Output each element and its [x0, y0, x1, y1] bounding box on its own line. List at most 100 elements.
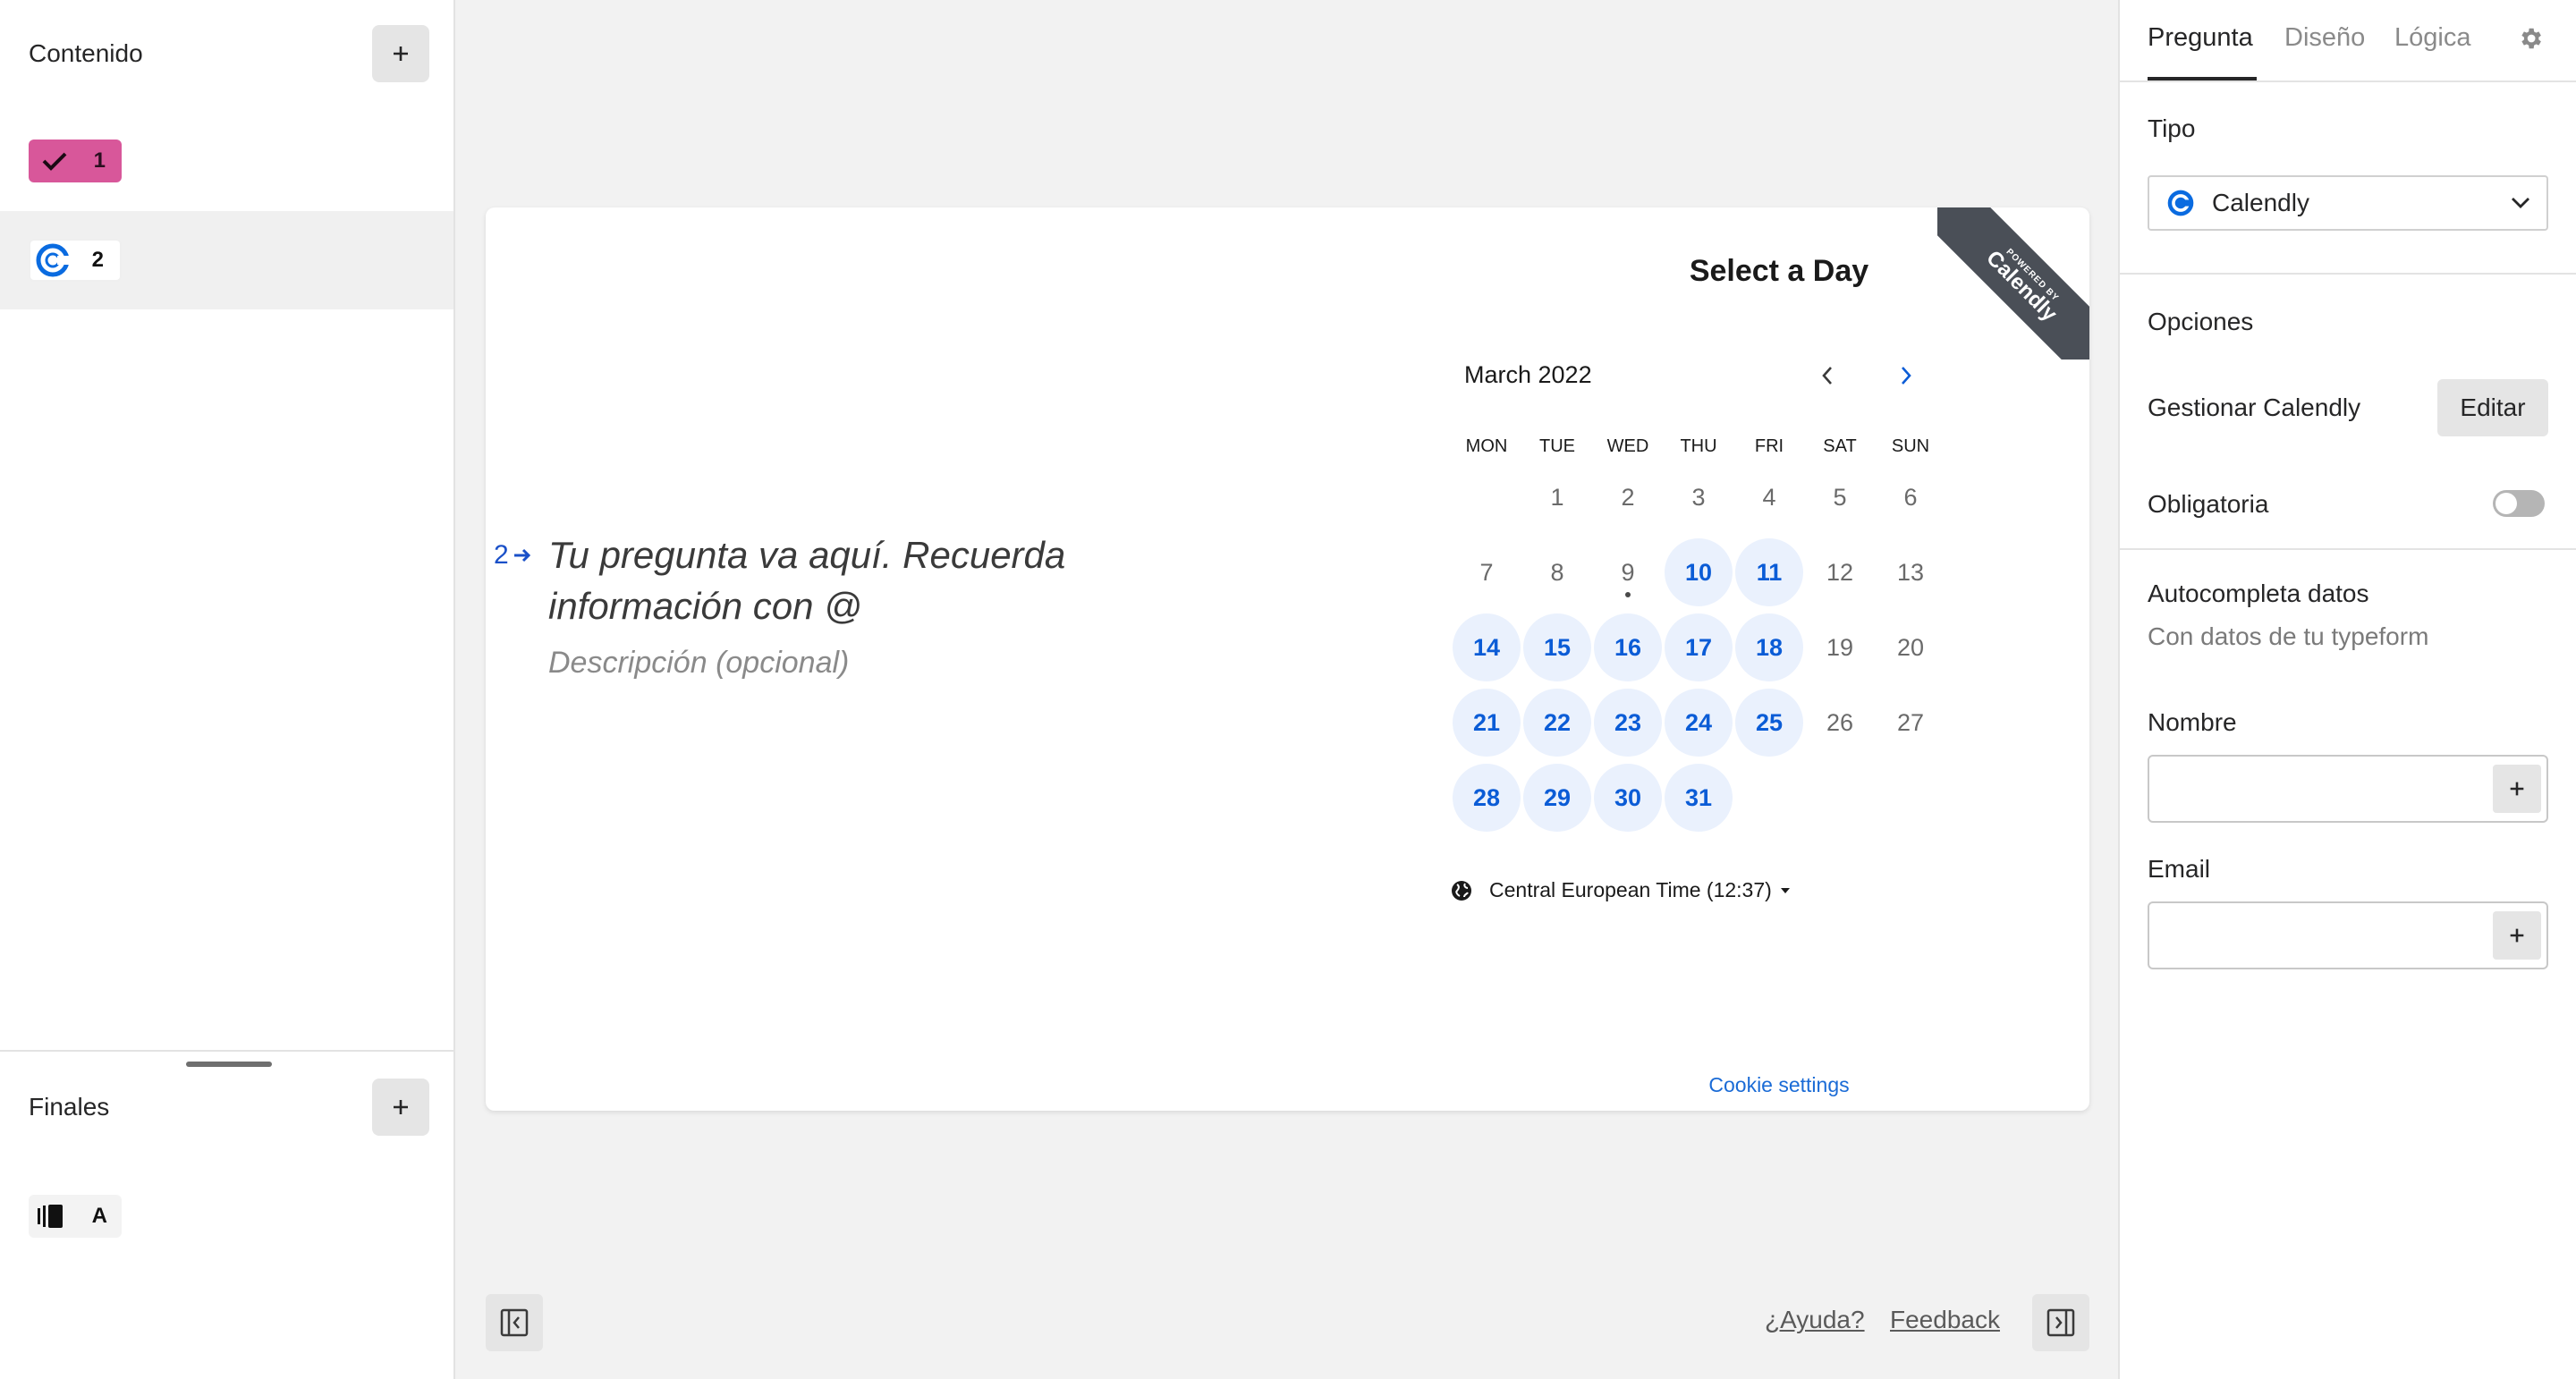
calendar-day: 3 [1665, 463, 1733, 531]
question-item-2[interactable]: 2 [0, 211, 453, 309]
weekday-label: TUE [1539, 436, 1575, 456]
calendar-day-number: 17 [1684, 633, 1713, 661]
required-label: Obligatoria [2148, 490, 2269, 518]
calendar-day-available[interactable]: 23 [1594, 689, 1662, 757]
name-label: Nombre [2148, 708, 2237, 736]
calendar-day: 8 [1523, 538, 1591, 606]
calendar-day-number: 24 [1684, 708, 1713, 736]
add-email-variable-button[interactable] [2493, 911, 2541, 960]
edit-calendly-button[interactable]: Editar [2437, 379, 2548, 436]
question-chip: 2 [29, 239, 122, 282]
question-preview-card: 2 Tu pregunta va aquí. Recuerda informac… [486, 207, 2089, 1111]
question-text-input[interactable]: Tu pregunta va aquí. Recuerda informació… [548, 529, 1121, 631]
plus-icon [2510, 782, 2524, 796]
calendar-day-available[interactable]: 18 [1735, 613, 1803, 681]
calendar-day: 6 [1877, 463, 1945, 531]
tab-diseno[interactable]: Diseño [2284, 23, 2365, 53]
calendar-day-number: 12 [1826, 558, 1854, 586]
calendar-day-number: 6 [1903, 483, 1918, 511]
weekday-label: THU [1680, 436, 1717, 456]
feedback-link[interactable]: Feedback [1890, 1306, 2000, 1334]
type-label: Tipo [2148, 114, 2196, 142]
autofill-title: Autocompleta datos [2148, 580, 2369, 607]
calendar-day-available[interactable]: 15 [1523, 613, 1591, 681]
panel-right-icon [2046, 1308, 2075, 1337]
calendar-day-number: 29 [1543, 783, 1572, 811]
name-field[interactable] [2148, 755, 2548, 823]
calendar-day: 26 [1806, 689, 1874, 757]
calendar-day-available[interactable]: 14 [1453, 613, 1521, 681]
previous-month-button[interactable] [1811, 360, 1843, 392]
calendar-day-number: 18 [1755, 633, 1784, 661]
calendar-day: 27 [1877, 689, 1945, 757]
cookie-settings-link[interactable]: Cookie settings [1600, 1073, 1958, 1097]
help-link[interactable]: ¿Ayuda? [1765, 1306, 1865, 1334]
calendar-day-number: 31 [1684, 783, 1713, 811]
weekday-label: SAT [1823, 436, 1857, 456]
calendar-day-number: 10 [1684, 558, 1713, 586]
plus-icon [2510, 928, 2524, 943]
ending-icon [38, 1205, 63, 1228]
content-section-title: Contenido [29, 39, 143, 67]
manage-calendly-label: Gestionar Calendly [2148, 393, 2361, 421]
timezone-selector[interactable]: Central European Time (12:37) [1450, 878, 1792, 902]
arrow-right-icon [513, 548, 530, 563]
weekday-label: WED [1606, 436, 1649, 456]
weekday-label: MON [1465, 436, 1508, 456]
calendar-day-number: 11 [1756, 558, 1783, 586]
add-question-button[interactable] [372, 25, 429, 82]
collapse-right-panel-button[interactable] [2032, 1294, 2089, 1351]
calendar-day-available[interactable]: 11 [1735, 538, 1803, 606]
calendar-day-available[interactable]: 30 [1594, 764, 1662, 832]
calendar-day-number: 13 [1896, 558, 1925, 586]
resize-handle[interactable] [186, 1062, 272, 1067]
calendar-day-available[interactable]: 17 [1665, 613, 1733, 681]
type-value: Calendly [2212, 189, 2309, 216]
calendar-day-available[interactable]: 28 [1453, 764, 1521, 832]
next-month-button[interactable] [1890, 360, 1922, 392]
tab-logica[interactable]: Lógica [2394, 23, 2470, 53]
chevron-left-icon [1822, 367, 1832, 385]
calendar-day-number: 4 [1762, 483, 1776, 511]
calendar-day-available[interactable]: 25 [1735, 689, 1803, 757]
calendar-day-number: 1 [1550, 483, 1564, 511]
question-number: 2 [494, 540, 509, 570]
timezone-label: Central European Time (12:37) [1489, 878, 1772, 901]
plus-icon [394, 1100, 408, 1114]
calendar-day-available[interactable]: 16 [1594, 613, 1662, 681]
calendar-day-number: 23 [1614, 708, 1642, 736]
chevron-down-icon [2512, 198, 2529, 208]
calendar-day-available[interactable]: 21 [1453, 689, 1521, 757]
weekday-label: SUN [1891, 436, 1930, 456]
calendar-day-number: 19 [1826, 633, 1854, 661]
email-label: Email [2148, 855, 2211, 883]
question-item-1[interactable]: 1 [0, 113, 453, 211]
required-toggle[interactable] [2493, 490, 2545, 517]
email-field[interactable] [2148, 901, 2548, 969]
powered-by-calendly-ribbon[interactable]: POWERED BY Calendly [1937, 207, 2089, 360]
add-ending-button[interactable] [372, 1079, 429, 1136]
calendar-day: 19 [1806, 613, 1874, 681]
divider [2120, 548, 2576, 550]
collapse-left-panel-button[interactable] [486, 1294, 543, 1351]
gear-icon[interactable] [2517, 25, 2544, 52]
add-name-variable-button[interactable] [2493, 765, 2541, 813]
calendar-day-available[interactable]: 24 [1665, 689, 1733, 757]
plus-icon [394, 47, 408, 61]
calendar-day: 5 [1806, 463, 1874, 531]
calendar-day-number: 7 [1479, 558, 1494, 586]
calendar-day-number: 8 [1550, 558, 1564, 586]
calendar-day-number: 5 [1833, 483, 1847, 511]
calendar-day-available[interactable]: 31 [1665, 764, 1733, 832]
description-input[interactable]: Descripción (opcional) [548, 646, 849, 681]
calendar-day-available[interactable]: 22 [1523, 689, 1591, 757]
options-label: Opciones [2148, 308, 2254, 335]
calendar-day-available[interactable]: 10 [1665, 538, 1733, 606]
ending-item-a[interactable]: A [29, 1195, 122, 1238]
content-sidebar: Contenido 1 2 Finales A [0, 0, 455, 1379]
tab-pregunta[interactable]: Pregunta [2148, 23, 2253, 53]
calendar-day-available[interactable]: 29 [1523, 764, 1591, 832]
calendar-day: 20 [1877, 613, 1945, 681]
question-type-select[interactable]: Calendly [2148, 175, 2548, 231]
panel-left-icon [500, 1308, 529, 1337]
